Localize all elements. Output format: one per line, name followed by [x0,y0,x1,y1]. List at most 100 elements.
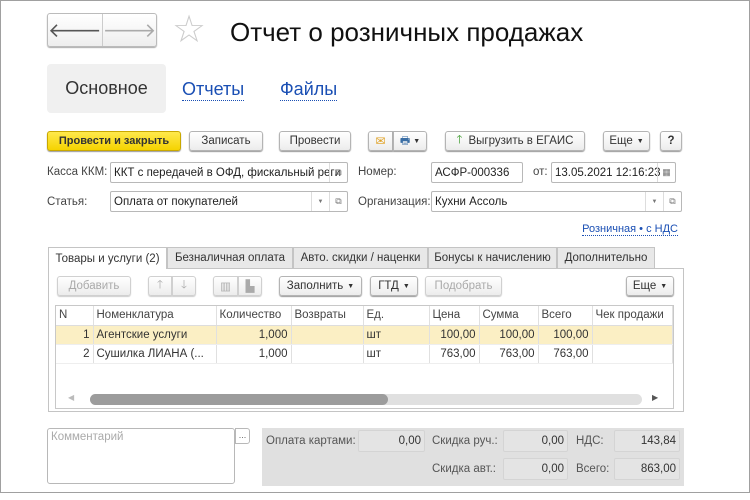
vat-value: 143,84 [614,430,680,452]
gtd-button[interactable]: ГТД ▼ [370,276,418,296]
col-total[interactable]: Всего [538,306,593,326]
calendar-icon[interactable]: ▦ [657,163,675,182]
article-label: Статья: [47,196,88,208]
chevron-down-icon[interactable]: ▼ [311,192,329,211]
table-row[interactable]: 2 Сушилка ЛИАНА (... 1,000 шт 763,00 763… [56,344,673,364]
help-button[interactable]: ? [660,131,682,151]
article-field[interactable]: Оплата от покупателей ▼ ⧉ [110,191,348,212]
col-qty[interactable]: Количество [216,306,292,326]
col-item[interactable]: Номенклатура [93,306,217,326]
comment-expand-button[interactable]: ... [235,428,250,444]
manual-discount-value: 0,00 [503,430,568,452]
more-button[interactable]: Еще ▼ [603,131,650,151]
kkm-value: ККТ с передачей в ОФД, фискальный реги [114,166,342,179]
card-payment-value: 0,00 [358,430,425,452]
scanner-icon: ▙ [245,281,255,293]
cell-price: 100,00 [429,325,480,345]
upload-egais-label: Выгрузить в ЕГАИС [468,135,574,147]
arrow-left-icon: 🡐 [48,19,102,42]
arrow-up-icon: 🡑 [456,133,463,146]
table-row[interactable]: 1 Агентские услуги 1,000 шт 100,00 100,0… [56,325,673,345]
open-icon[interactable]: ⧉ [329,163,347,182]
tab-goods[interactable]: Товары и услуги (2) [48,247,167,269]
col-returns[interactable]: Возвраты [291,306,364,326]
col-sum[interactable]: Сумма [479,306,539,326]
cell-n: 1 [56,325,94,345]
total-label: Всего: [576,463,610,475]
print-button[interactable]: 🖶 ▼ [393,131,427,151]
post-button[interactable]: Провести [279,131,351,151]
barcode-button[interactable]: ▥ [213,276,238,296]
envelope-icon: ✉ [375,134,386,148]
comment-field[interactable]: Комментарий [47,428,235,484]
arrow-right-icon: 🡒 [102,19,157,42]
tab-auto-discounts[interactable]: Авто. скидки / наценки [293,247,428,268]
col-n[interactable]: N [56,306,94,326]
cell-qty: 1,000 [216,325,292,345]
fill-button[interactable]: Заполнить ▼ [279,276,362,296]
cell-unit: шт [363,344,430,364]
open-icon[interactable]: ⧉ [663,192,681,211]
horizontal-scrollbar[interactable] [90,394,642,405]
cell-sum: 763,00 [479,344,539,364]
price-type-link[interactable]: Розничная • с НДС [582,223,678,236]
add-button[interactable]: Добавить [57,276,131,296]
tab-additional[interactable]: Дополнительно [557,247,655,268]
cell-total: 100,00 [538,325,593,345]
fill-label: Заполнить [286,280,344,292]
org-label: Организация: [358,196,431,208]
section-main-label: Основное [65,78,148,98]
kkm-label: Касса ККМ: [47,166,108,178]
date-label: от: [533,166,548,178]
post-and-close-button[interactable]: Провести и закрыть [47,131,181,151]
cell-receipt [592,325,673,345]
scanner-button[interactable]: ▙ [238,276,262,296]
date-field[interactable]: 13.05.2021 12:16:23 ▦ [551,162,676,183]
move-up-button[interactable]: 🡑 [148,276,172,296]
open-icon[interactable]: ⧉ [329,192,347,211]
org-field[interactable]: Кухни Ассоль ▼ ⧉ [431,191,682,212]
window-bottom-border [0,492,750,500]
kkm-field[interactable]: ККТ с передачей в ОФД, фискальный реги ⧉ [110,162,348,183]
favorite-star-icon[interactable]: ☆ [172,10,206,50]
move-down-button[interactable]: 🡓 [172,276,196,296]
email-button[interactable]: ✉ [368,131,393,151]
card-payment-label: Оплата картами: [266,435,356,447]
col-receipt[interactable]: Чек продажи [592,306,673,326]
article-value: Оплата от покупателей [114,195,238,208]
pick-button[interactable]: Подобрать [425,276,502,296]
tab-cashless[interactable]: Безналичная оплата [167,247,293,268]
date-value: 13.05.2021 12:16:23 [555,166,661,179]
back-button[interactable]: 🡐 [48,14,103,46]
cell-qty: 1,000 [216,344,292,364]
scroll-right-icon[interactable]: ▶ [652,393,658,402]
manual-discount-label: Скидка руч.: [432,435,498,447]
save-button[interactable]: Записать [189,131,263,151]
cell-item: Агентские услуги [93,325,217,345]
upload-egais-button[interactable]: 🡑 Выгрузить в ЕГАИС [445,131,585,151]
col-price[interactable]: Цена [429,306,480,326]
cell-item: Сушилка ЛИАНА (... [93,344,217,364]
org-value: Кухни Ассоль [435,195,508,208]
printer-icon: 🖶 [399,134,411,147]
section-files[interactable]: Файлы [280,79,338,101]
col-unit[interactable]: Ед. [363,306,430,326]
scrollbar-thumb[interactable] [90,394,389,405]
scroll-left-icon[interactable]: ◀ [68,393,74,402]
table-header: N Номенклатура Количество Возвраты Ед. Ц… [56,306,673,326]
tab-bonuses[interactable]: Бонусы к начислению [428,247,557,268]
forward-button[interactable]: 🡒 [103,14,157,46]
arrow-up-icon: 🡑 [157,278,163,291]
cell-returns [291,344,364,364]
number-label: Номер: [358,166,397,178]
section-main[interactable]: Основное [47,64,166,113]
cell-receipt [592,344,673,364]
table-more-label: Еще [632,280,657,292]
chevron-down-icon: ▼ [413,137,421,145]
table-more-button[interactable]: Еще ▼ [626,276,674,296]
number-field[interactable]: АСФР-000336 [431,162,523,183]
chevron-down-icon[interactable]: ▼ [645,192,663,211]
arrow-down-icon: 🡓 [181,278,187,291]
cell-n: 2 [56,344,94,364]
section-reports[interactable]: Отчеты [182,79,245,101]
